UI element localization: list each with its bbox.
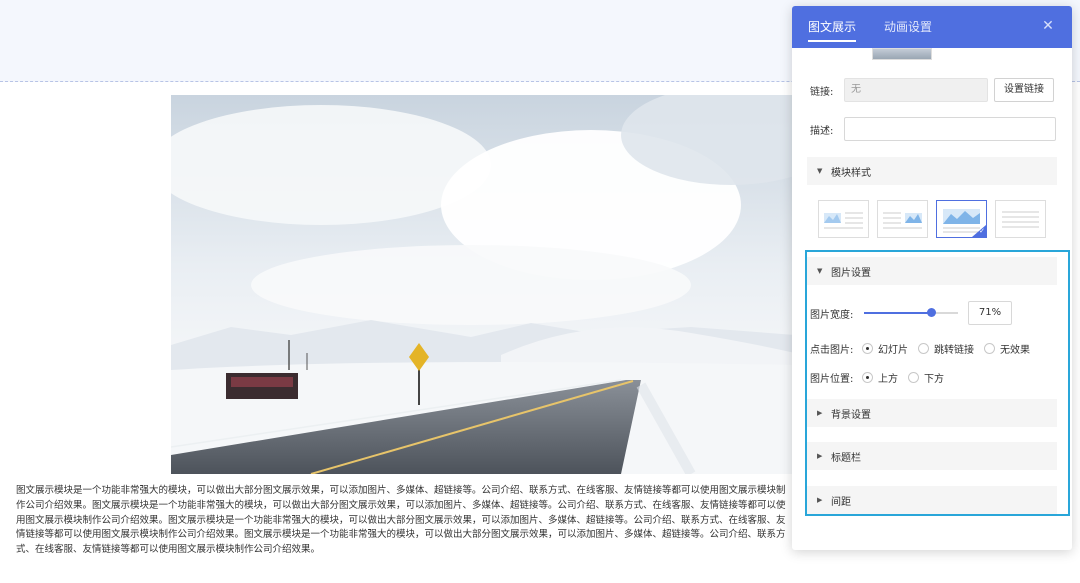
snow-road-illustration	[171, 95, 795, 474]
radio-jump-link[interactable]: 跳转链接	[918, 341, 974, 356]
radio-position-bottom[interactable]: 下方	[908, 370, 944, 385]
radio-jump-link-label: 跳转链接	[934, 345, 974, 356]
section-titlebar[interactable]: ▶ 标题栏	[807, 442, 1057, 470]
image-width-row: 图片宽度: 71%	[810, 301, 1012, 325]
radio-position-top-label: 上方	[878, 374, 898, 385]
tab-image-text[interactable]: 图文展示	[808, 6, 857, 48]
image-position-row: 图片位置: 上方 下方	[810, 370, 954, 385]
radio-slideshow-label: 幻灯片	[878, 345, 908, 356]
close-icon[interactable]: ✕	[1040, 18, 1056, 34]
caret-right-icon: ▶	[817, 452, 823, 460]
section-background[interactable]: ▶ 背景设置	[807, 399, 1057, 427]
description-label: 描述:	[810, 125, 834, 137]
image-width-input[interactable]: 71%	[968, 301, 1012, 325]
radio-position-bottom-label: 下方	[924, 374, 944, 385]
style-option-image-left[interactable]	[818, 200, 869, 238]
section-spacing[interactable]: ▶ 间距	[807, 486, 1057, 514]
image-position-label: 图片位置:	[810, 374, 854, 385]
click-image-label: 点击图片:	[810, 345, 854, 356]
image-width-slider[interactable]	[864, 308, 958, 317]
description-input[interactable]	[844, 117, 1056, 141]
link-row: 链接: 无 设置链接	[810, 78, 1054, 102]
panel-header: 图文展示 动画设置 ✕	[792, 6, 1072, 48]
layout-text-only-icon	[1002, 211, 1039, 228]
image-width-label: 图片宽度:	[810, 309, 854, 321]
section-module-style-label: 模块样式	[831, 167, 871, 179]
section-spacing-label: 间距	[831, 496, 851, 508]
settings-panel: 图文展示 动画设置 ✕ 链接: 无 设置链接 描述: ▼ 模块样式 ✓ ▼ 图片…	[792, 6, 1072, 550]
section-background-label: 背景设置	[831, 409, 871, 421]
style-option-text-only[interactable]	[995, 200, 1046, 238]
snow-road-image[interactable]	[171, 95, 795, 474]
caret-down-icon: ▼	[817, 167, 823, 175]
layout-image-left-icon	[824, 212, 863, 229]
module-description-text: 图文展示模块是一个功能非常强大的模块，可以做出大部分图文展示效果，可以添加图片、…	[16, 485, 786, 556]
click-image-row: 点击图片: 幻灯片 跳转链接 无效果	[810, 341, 1040, 356]
radio-position-top[interactable]: 上方	[862, 370, 898, 385]
editor-stage: 图文展示模块是一个功能非常强大的模块，可以做出大部分图文展示效果，可以添加图片、…	[0, 0, 1080, 583]
tab-animation[interactable]: 动画设置	[884, 6, 932, 48]
section-titlebar-label: 标题栏	[831, 452, 861, 464]
set-link-button[interactable]: 设置链接	[994, 78, 1054, 102]
radio-no-effect-label: 无效果	[1000, 345, 1030, 356]
link-input[interactable]: 无	[844, 78, 988, 102]
radio-no-effect[interactable]: 无效果	[984, 341, 1030, 356]
description-row: 描述:	[810, 117, 1056, 141]
slider-fill	[864, 312, 931, 314]
section-module-style[interactable]: ▼ 模块样式	[807, 157, 1057, 185]
radio-dot	[862, 372, 873, 383]
link-label: 链接:	[810, 86, 834, 98]
slider-handle[interactable]	[926, 308, 936, 317]
radio-dot	[908, 372, 919, 383]
layout-image-right-icon	[883, 212, 922, 229]
image-thumbnail[interactable]	[872, 48, 932, 60]
radio-slideshow[interactable]: 幻灯片	[862, 341, 908, 356]
radio-dot	[862, 343, 873, 354]
radio-dot	[984, 343, 995, 354]
caret-right-icon: ▶	[817, 496, 823, 504]
style-option-image-right[interactable]	[877, 200, 928, 238]
radio-dot	[918, 343, 929, 354]
section-image-settings-label: 图片设置	[831, 267, 871, 279]
caret-down-icon: ▼	[817, 267, 823, 275]
module-style-options: ✓	[818, 200, 1046, 238]
caret-right-icon: ▶	[817, 409, 823, 417]
section-image-settings[interactable]: ▼ 图片设置	[807, 257, 1057, 285]
style-option-image-top[interactable]: ✓	[936, 200, 987, 238]
